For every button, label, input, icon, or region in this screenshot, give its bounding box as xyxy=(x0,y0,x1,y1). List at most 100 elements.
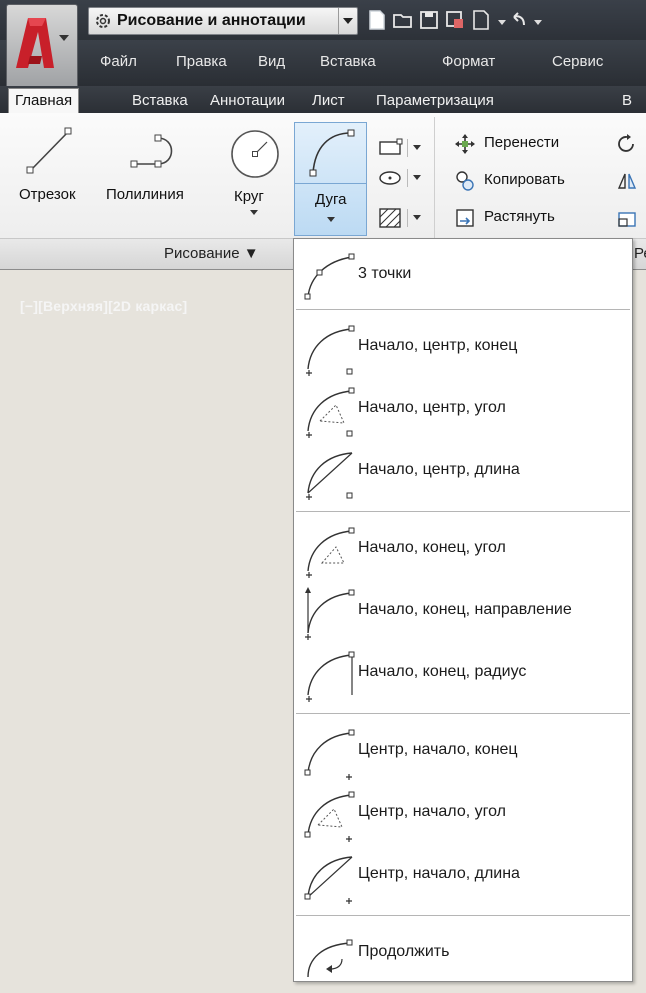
polyline-tool-icon[interactable] xyxy=(128,128,188,178)
autocad-logo-icon xyxy=(16,18,54,68)
workspace-dropdown-arrow[interactable] xyxy=(338,8,357,34)
menu-tools[interactable]: Сервис xyxy=(552,53,603,70)
open-folder-icon[interactable] xyxy=(392,9,414,31)
arc-start-end-angle-icon xyxy=(306,527,355,578)
viewport-controls-label[interactable]: [−][Верхняя][2D каркас] xyxy=(20,298,187,314)
arc-3-points-icon xyxy=(304,253,355,300)
arc-dropdown-menu: 3 точки Начало, центр, конец Начало, цен… xyxy=(293,238,633,982)
arc-option-label: Начало, конец, угол xyxy=(358,539,506,556)
arc-option-center-start-angle[interactable]: Центр, начало, угол xyxy=(294,781,632,843)
arc-start-center-length-icon xyxy=(306,452,353,500)
arc-option-start-end-angle[interactable]: Начало, конец, угол xyxy=(294,517,632,579)
arc-option-label: Центр, начало, угол xyxy=(358,803,506,820)
move-label[interactable]: Перенести xyxy=(484,134,559,151)
application-menu-button[interactable] xyxy=(6,4,78,90)
arc-option-center-start-end[interactable]: Центр, начало, конец xyxy=(294,719,632,781)
rectangle-tool-button[interactable] xyxy=(372,134,426,162)
copy-label[interactable]: Копировать xyxy=(484,171,565,188)
split-divider xyxy=(407,209,408,227)
draw-panel-title[interactable]: Рисование ▼ xyxy=(164,245,259,262)
chevron-down-icon[interactable] xyxy=(413,145,421,150)
arc-tool-button[interactable]: Дуга xyxy=(294,122,367,236)
arc-option-label: Начало, центр, конец xyxy=(358,337,518,354)
arc-option-label: Центр, начало, длина xyxy=(358,865,520,882)
arc-option-label: Продолжить xyxy=(358,943,450,960)
chevron-down-icon[interactable] xyxy=(413,215,421,220)
arc-option-continue[interactable]: Продолжить xyxy=(294,921,632,983)
arc-option-label: Начало, конец, направление xyxy=(358,601,572,618)
arc-continue-icon xyxy=(307,939,353,978)
move-icon[interactable] xyxy=(454,133,476,155)
tab-annotate[interactable]: Аннотации xyxy=(210,89,285,113)
workspace-name: Рисование и аннотации xyxy=(117,12,306,29)
line-tool-icon[interactable] xyxy=(24,124,74,178)
mirror-icon[interactable] xyxy=(616,170,638,192)
copy-icon[interactable] xyxy=(454,170,476,192)
arc-option-label: Центр, начало, конец xyxy=(358,741,518,758)
arc-option-label: Начало, центр, длина xyxy=(358,461,520,478)
menu-edit[interactable]: Правка xyxy=(176,53,227,70)
chevron-down-icon[interactable] xyxy=(327,217,335,222)
line-tool-label[interactable]: Отрезок xyxy=(19,186,76,203)
tab-layout[interactable]: Лист xyxy=(312,89,345,113)
save-as-icon[interactable] xyxy=(444,9,466,31)
menu-view[interactable]: Вид xyxy=(258,53,285,70)
chevron-down-icon[interactable] xyxy=(534,20,542,25)
polyline-tool-label[interactable]: Полилиния xyxy=(106,186,184,203)
arc-option-label: Начало, центр, угол xyxy=(358,399,506,416)
menu-separator xyxy=(296,713,630,714)
arc-option-start-center-length[interactable]: Начало, центр, длина xyxy=(294,439,632,501)
arc-start-center-end-icon xyxy=(306,325,355,376)
tab-home[interactable]: Главная xyxy=(8,88,80,115)
tab-insert[interactable]: Вставка xyxy=(132,89,188,113)
split-divider xyxy=(407,169,408,187)
menu-separator xyxy=(296,309,630,310)
arc-tool-icon xyxy=(309,129,355,177)
arc-tool-label: Дуга xyxy=(315,191,347,208)
arc-start-end-direction-icon xyxy=(305,587,355,640)
workspace-selector[interactable]: Рисование и аннотации xyxy=(88,7,358,35)
menu-separator xyxy=(296,915,630,916)
chevron-down-icon[interactable] xyxy=(498,20,506,25)
rectangle-icon xyxy=(379,138,403,155)
arc-button-split xyxy=(295,183,366,184)
stretch-label[interactable]: Растянуть xyxy=(484,208,555,225)
arc-center-start-end-icon xyxy=(304,729,355,780)
save-icon[interactable] xyxy=(418,9,440,31)
arc-option-start-center-angle[interactable]: Начало, центр, угол xyxy=(294,377,632,439)
menu-separator xyxy=(296,511,630,512)
arc-start-center-angle-icon xyxy=(306,387,355,438)
menu-insert[interactable]: Вставка xyxy=(320,53,376,70)
menu-format[interactable]: Формат xyxy=(442,53,495,70)
plot-icon[interactable] xyxy=(470,9,492,31)
circle-tool-icon[interactable] xyxy=(227,124,283,180)
modify-panel-title[interactable]: Ре xyxy=(634,245,646,262)
tab-more[interactable]: В xyxy=(622,89,632,113)
circle-tool-label[interactable]: Круг xyxy=(234,188,264,205)
hatch-icon xyxy=(379,208,401,228)
stretch-icon[interactable] xyxy=(454,207,476,229)
arc-center-start-angle-icon xyxy=(304,791,355,842)
menu-file[interactable]: Файл xyxy=(100,53,137,70)
arc-option-label: Начало, конец, радиус xyxy=(358,663,527,680)
chevron-down-icon[interactable] xyxy=(413,175,421,180)
arc-start-end-radius-icon xyxy=(306,651,355,702)
new-file-icon[interactable] xyxy=(366,9,388,31)
arc-option-start-center-end[interactable]: Начало, центр, конец xyxy=(294,315,632,377)
arc-center-start-length-icon xyxy=(304,856,353,904)
arc-option-start-end-direction[interactable]: Начало, конец, направление xyxy=(294,579,632,641)
split-divider xyxy=(407,139,408,157)
gear-icon xyxy=(96,14,110,28)
arc-option-start-end-radius[interactable]: Начало, конец, радиус xyxy=(294,641,632,703)
undo-icon[interactable] xyxy=(508,9,530,31)
arc-option-center-start-length[interactable]: Центр, начало, длина xyxy=(294,843,632,905)
arc-option-3-points[interactable]: 3 точки xyxy=(294,243,632,305)
tab-parametric[interactable]: Параметризация xyxy=(376,89,494,113)
rotate-icon[interactable] xyxy=(616,133,638,155)
arc-option-label: 3 точки xyxy=(358,265,412,282)
hatch-tool-button[interactable] xyxy=(372,164,426,192)
chevron-down-icon xyxy=(59,35,69,41)
boundary-tool-button[interactable] xyxy=(372,204,426,232)
chevron-down-icon[interactable] xyxy=(250,210,258,215)
scale-icon[interactable] xyxy=(616,207,638,229)
